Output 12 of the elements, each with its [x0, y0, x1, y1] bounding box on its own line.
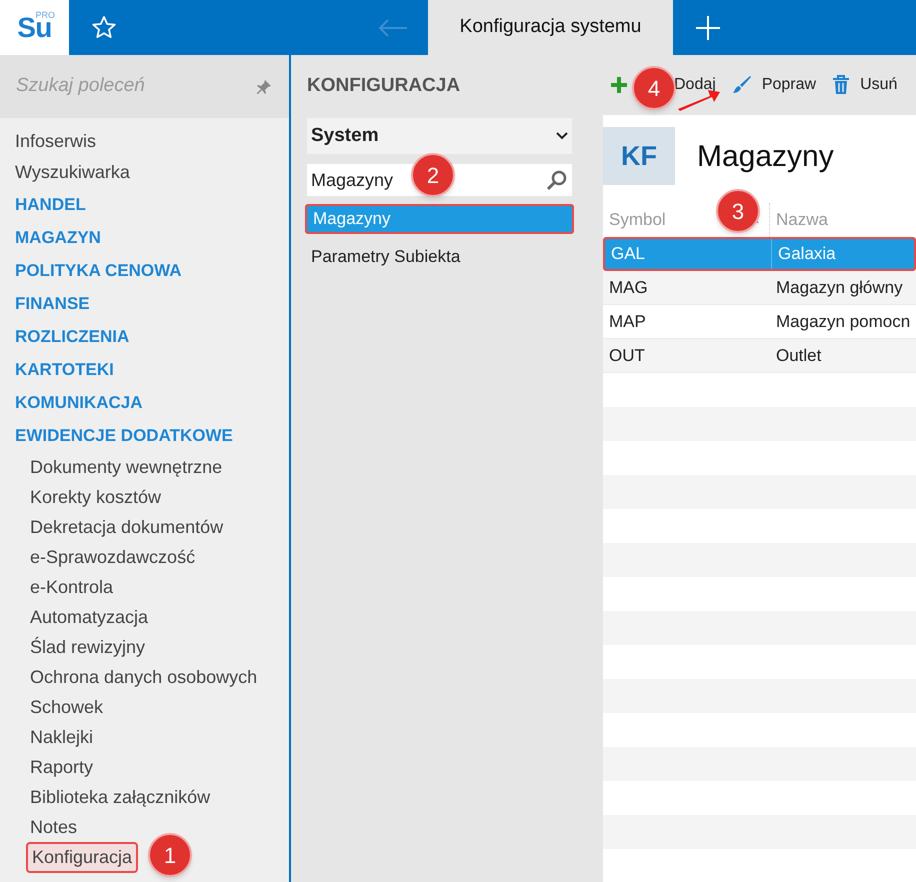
module-badge: KF: [603, 127, 675, 185]
table-cell-text: Magazyn pomocn: [775, 310, 912, 333]
table-cell-text: MAG: [608, 276, 649, 299]
panel-title: KONFIGURACJA: [307, 74, 462, 98]
table-cell-text: MAP: [608, 310, 647, 333]
table-cell-text: Magazyn główny: [775, 276, 904, 299]
app-logo: SuPRO: [0, 0, 69, 55]
table-cell-text: OUT: [608, 344, 646, 367]
table-cell-text: Outlet: [775, 344, 822, 367]
table-cell-text: Galaxia: [777, 243, 837, 266]
page-title: Magazyny: [697, 138, 834, 174]
table-cell: GAL: [605, 239, 772, 269]
